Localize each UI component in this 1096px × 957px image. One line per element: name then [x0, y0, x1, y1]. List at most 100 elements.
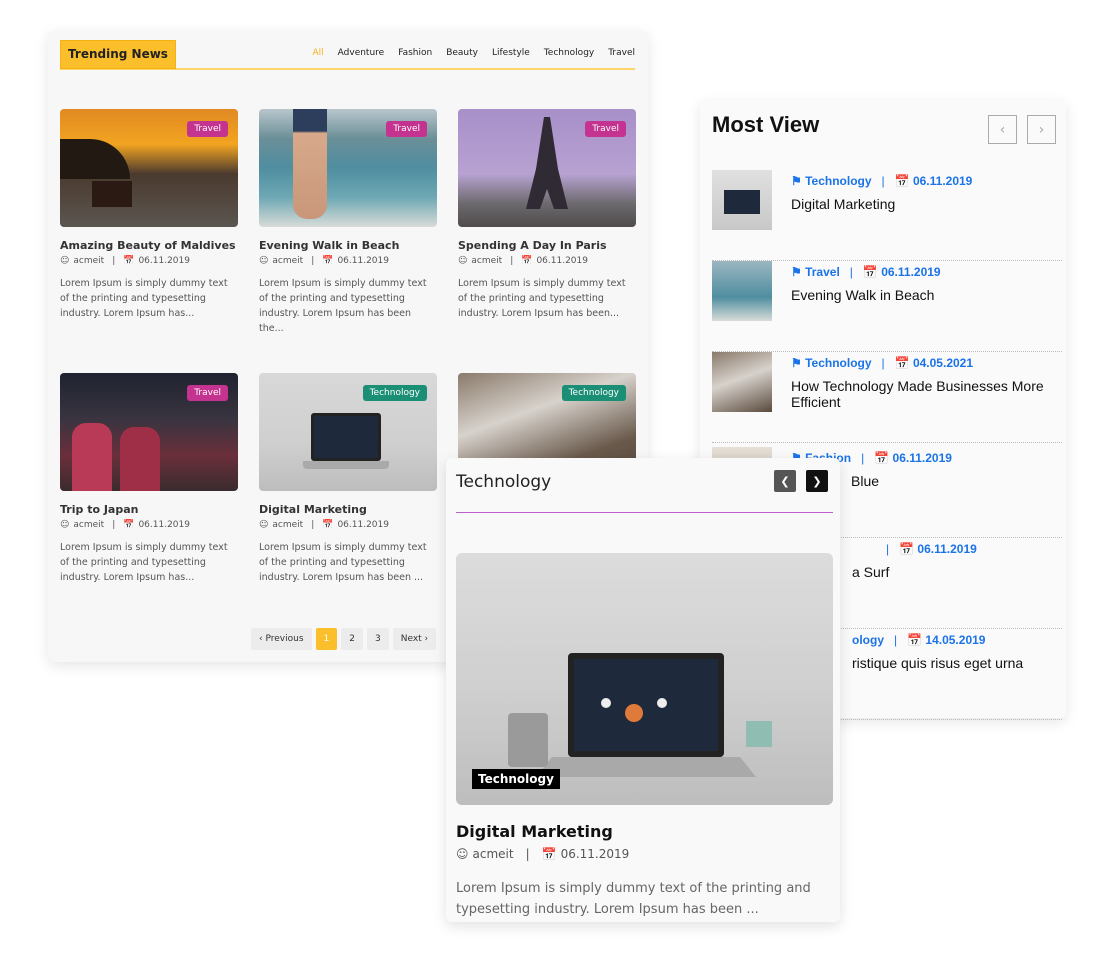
item-date: 04.05.2021: [912, 356, 974, 370]
post-author[interactable]: acmeit: [73, 520, 104, 530]
post-title[interactable]: Amazing Beauty of Maldives: [60, 239, 238, 252]
trending-title: Trending News: [60, 40, 176, 69]
category-badge[interactable]: Travel: [187, 385, 228, 401]
filter-adventure[interactable]: Adventure: [338, 48, 385, 58]
page-1-button[interactable]: 1: [315, 628, 338, 650]
featured-post-image[interactable]: Technology: [456, 553, 833, 805]
post-author[interactable]: acmeit: [272, 520, 303, 530]
chevron-right-icon[interactable]: ›: [1027, 115, 1056, 144]
post-author[interactable]: acmeit: [471, 256, 502, 266]
post-date: 06.11.2019: [337, 256, 389, 266]
post-image-paris[interactable]: Travel: [458, 109, 636, 227]
item-title[interactable]: a Surf: [852, 564, 1096, 580]
most-view-nav: ‹ ›: [988, 115, 1056, 144]
post-date: 06.11.2019: [138, 256, 190, 266]
post-excerpt: Lorem Ipsum is simply dummy text of the …: [259, 278, 427, 334]
previous-label: Previous: [265, 634, 304, 644]
item-title[interactable]: Blue: [851, 473, 1096, 489]
item-category[interactable]: Technology: [805, 174, 871, 188]
meta-separator: |: [510, 256, 514, 266]
post-image-laptop[interactable]: Technology: [259, 373, 437, 491]
post-excerpt: Lorem Ipsum is simply dummy text of the …: [60, 278, 228, 319]
post-card[interactable]: Travel Evening Walk in Beach ☺ acmeit | …: [259, 109, 437, 336]
category-badge[interactable]: Technology: [362, 385, 427, 401]
post-card[interactable]: Travel Amazing Beauty of Maldives ☺ acme…: [60, 109, 238, 321]
category-badge[interactable]: Travel: [585, 121, 626, 137]
post-author[interactable]: acmeit: [73, 256, 104, 266]
category-badge[interactable]: Technology: [472, 769, 560, 789]
post-title[interactable]: Evening Walk in Beach: [259, 239, 437, 252]
filter-all[interactable]: All: [312, 48, 323, 58]
most-view-item[interactable]: ⚑ Technology | 📅 06.11.2019 Digital Mark…: [712, 170, 1062, 261]
chevron-right-icon[interactable]: ❯: [806, 470, 828, 492]
item-thumbnail[interactable]: [712, 170, 772, 230]
filter-travel[interactable]: Travel: [608, 48, 635, 58]
post-card[interactable]: Travel Spending A Day In Paris ☺ acmeit …: [458, 109, 636, 321]
tag-icon: ⚑: [791, 174, 806, 188]
category-badge[interactable]: Technology: [561, 385, 626, 401]
post-title[interactable]: Digital Marketing: [456, 822, 613, 841]
filter-fashion[interactable]: Fashion: [398, 48, 432, 58]
pagination: ‹ Previous 1 2 3 Next ›: [251, 628, 437, 650]
item-category[interactable]: Technology: [805, 356, 871, 370]
next-page-button[interactable]: Next ›: [392, 628, 437, 650]
trending-header: Trending News All Adventure Fashion Beau…: [60, 40, 635, 70]
filter-technology[interactable]: Technology: [544, 48, 594, 58]
calendar-icon: 📅: [907, 633, 926, 647]
post-date: 06.11.2019: [138, 520, 190, 530]
item-thumbnail[interactable]: [712, 261, 772, 321]
calendar-icon: 📅: [123, 520, 135, 530]
chevron-left-icon[interactable]: ‹: [988, 115, 1017, 144]
post-card[interactable]: Technology Digital Marketing ☺ acmeit | …: [259, 373, 437, 585]
page-2-button[interactable]: 2: [341, 628, 363, 650]
post-title[interactable]: Spending A Day In Paris: [458, 239, 636, 252]
calendar-icon: 📅: [874, 451, 893, 465]
item-date: 06.11.2019: [912, 174, 973, 188]
tag-icon: ⚑: [791, 265, 806, 279]
calendar-icon: 📅: [322, 520, 334, 530]
calendar-icon: 📅: [521, 256, 533, 266]
meta-separator: |: [525, 847, 530, 861]
page-3-button[interactable]: 3: [366, 628, 389, 650]
chevron-left-icon[interactable]: ❮: [774, 470, 796, 492]
user-icon: ☺: [259, 520, 269, 530]
meta-separator: |: [311, 520, 315, 530]
item-title[interactable]: ristique quis risus eget urna: [852, 655, 1096, 671]
post-title[interactable]: Digital Marketing: [259, 503, 437, 516]
category-filters: All Adventure Fashion Beauty Lifestyle T…: [312, 48, 635, 58]
meta-separator: |: [881, 174, 885, 188]
calendar-icon: 📅: [123, 256, 135, 266]
most-view-item[interactable]: ⚑ Technology | 📅 04.05.2021 How Technolo…: [712, 352, 1062, 443]
user-icon: ☺: [60, 256, 70, 266]
post-excerpt: Lorem Ipsum is simply dummy text of the …: [60, 542, 228, 583]
meta-separator: |: [886, 542, 890, 556]
category-badge[interactable]: Travel: [187, 121, 228, 137]
item-title[interactable]: Evening Walk in Beach: [791, 287, 1061, 303]
post-author[interactable]: acmeit: [473, 847, 514, 861]
most-view-title: Most View: [712, 112, 820, 137]
item-category[interactable]: Travel: [805, 265, 840, 279]
post-author[interactable]: acmeit: [272, 256, 303, 266]
item-category[interactable]: ology: [852, 633, 884, 647]
post-image-maldives[interactable]: Travel: [60, 109, 238, 227]
post-card[interactable]: Travel Trip to Japan ☺ acmeit | 📅 06.11.…: [60, 373, 238, 585]
category-badge[interactable]: Travel: [386, 121, 427, 137]
filter-lifestyle[interactable]: Lifestyle: [492, 48, 530, 58]
post-title[interactable]: Trip to Japan: [60, 503, 238, 516]
item-title[interactable]: Digital Marketing: [791, 196, 1061, 212]
meta-separator: |: [112, 256, 116, 266]
item-thumbnail[interactable]: [712, 352, 772, 412]
user-icon: ☺: [60, 520, 70, 530]
most-view-item[interactable]: ⚑ Travel | 📅 06.11.2019 Evening Walk in …: [712, 261, 1062, 352]
item-title[interactable]: How Technology Made Businesses More Effi…: [791, 378, 1061, 410]
post-image-japan[interactable]: Travel: [60, 373, 238, 491]
meta-separator: |: [112, 520, 116, 530]
calendar-icon: 📅: [899, 542, 918, 556]
widget-title: Technology: [456, 472, 552, 492]
laptop-graphic: [508, 653, 772, 777]
previous-page-button[interactable]: ‹ Previous: [251, 628, 312, 650]
filter-beauty[interactable]: Beauty: [446, 48, 478, 58]
post-image-beach[interactable]: Travel: [259, 109, 437, 227]
item-date: 14.05.2019: [925, 633, 986, 647]
technology-widget: Technology ❮ ❯ Technology Digital Market…: [446, 458, 840, 922]
